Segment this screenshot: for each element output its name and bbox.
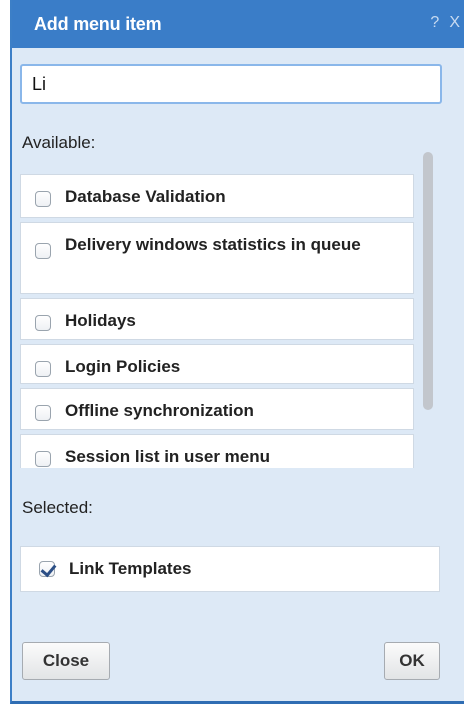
list-item-label: Offline synchronization: [65, 401, 254, 420]
checkbox[interactable]: [35, 451, 51, 467]
list-item-offline-sync[interactable]: Offline synchronization: [20, 388, 414, 430]
list-item-label: Login Policies: [65, 357, 181, 376]
list-item-session-list[interactable]: Session list in user menu: [20, 434, 414, 468]
checkbox[interactable]: [35, 315, 51, 331]
search-input[interactable]: [20, 64, 442, 104]
list-item-database-validation[interactable]: Database Validation: [20, 174, 414, 218]
close-icon[interactable]: X: [449, 14, 460, 31]
list-item-label: Delivery windows statistics in queue: [65, 235, 361, 254]
selected-list: Link Templates: [20, 546, 440, 592]
list-item-holidays[interactable]: Holidays: [20, 298, 414, 340]
checkbox[interactable]: [35, 405, 51, 421]
available-label: Available:: [22, 133, 96, 152]
list-item-label: Session list in user menu: [65, 447, 271, 466]
dialog-title: Add menu item: [34, 14, 162, 34]
titlebar-controls: ? X: [420, 14, 460, 32]
help-icon[interactable]: ?: [430, 14, 439, 31]
dialog-titlebar: Add menu item ? X: [12, 0, 464, 48]
available-list-scrollbar[interactable]: [420, 152, 436, 468]
checkbox[interactable]: [35, 361, 51, 377]
scroll-thumb[interactable]: [423, 152, 433, 410]
list-item-label: Database Validation: [65, 187, 226, 206]
ok-button[interactable]: OK: [384, 642, 440, 680]
checkbox-checked[interactable]: [39, 561, 55, 577]
available-list[interactable]: Database Validation Delivery windows sta…: [20, 166, 420, 468]
close-button[interactable]: Close: [22, 642, 110, 680]
checkbox[interactable]: [35, 191, 51, 207]
list-item-delivery-windows[interactable]: Delivery windows statistics in queue: [20, 222, 414, 294]
list-item-label: Holidays: [65, 311, 136, 330]
selected-item-label: Link Templates: [69, 559, 192, 578]
selected-label: Selected:: [22, 498, 93, 517]
checkbox[interactable]: [35, 243, 51, 259]
list-item-login-policies[interactable]: Login Policies: [20, 344, 414, 384]
